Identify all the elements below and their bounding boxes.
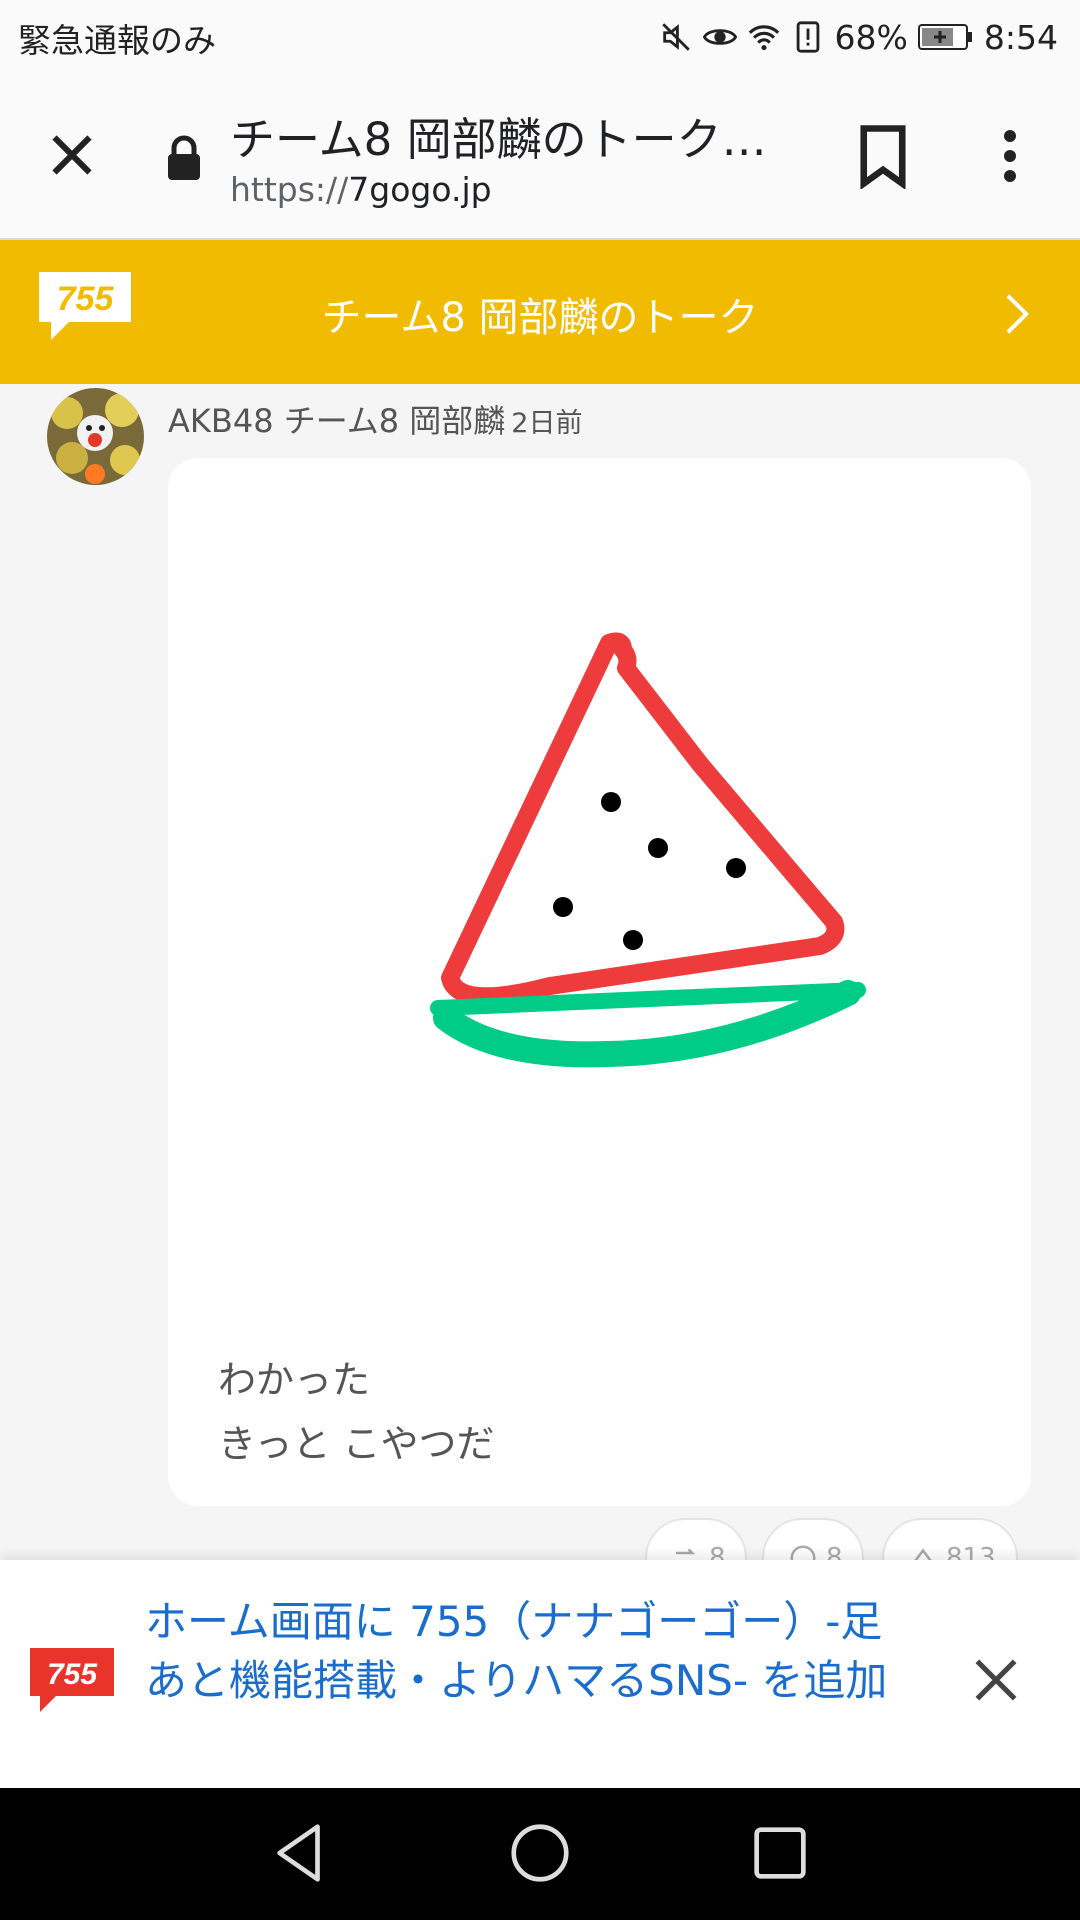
755-app-icon: 755 bbox=[30, 1648, 114, 1712]
status-carrier-text: 緊急通報のみ bbox=[18, 21, 216, 60]
add-to-home-screen-text[interactable]: ホーム画面に 755（ナナゴーゴー）-足あと機能搭載・よりハマるSNS- を追加 bbox=[145, 1592, 905, 1710]
browser-toolbar: チーム8 岡部麟のトーク… https://7gogo.jp bbox=[0, 75, 1080, 240]
lock-icon bbox=[168, 135, 200, 180]
banner-title: チーム8 岡部麟のトーク bbox=[321, 295, 759, 341]
seed bbox=[648, 838, 668, 858]
url-domain: 7gogo.jp bbox=[348, 170, 492, 209]
seed bbox=[553, 897, 573, 917]
clock: 8:54 bbox=[983, 17, 1058, 57]
mute-icon bbox=[661, 23, 690, 51]
home-icon[interactable] bbox=[505, 1818, 575, 1888]
seed bbox=[726, 858, 746, 878]
eye-icon bbox=[702, 29, 737, 45]
status-icons: 68% 8:54 bbox=[659, 12, 1058, 62]
seed bbox=[623, 930, 643, 950]
post-card: わかった きっと こやつだ bbox=[168, 458, 1031, 1506]
battery-icon bbox=[917, 24, 972, 50]
post-text-line: わかった bbox=[218, 1358, 371, 1402]
add-to-home-screen-prompt[interactable]: 755 ホーム画面に 755（ナナゴーゴー）-足あと機能搭載・よりハマるSNS-… bbox=[0, 1560, 1080, 1788]
recents-icon[interactable] bbox=[745, 1818, 815, 1888]
watermelon-rind-red bbox=[441, 632, 845, 1006]
url-scheme: https:// bbox=[230, 170, 349, 209]
back-icon[interactable] bbox=[265, 1818, 335, 1888]
close-icon[interactable] bbox=[968, 1652, 1024, 1708]
bookmark-icon[interactable] bbox=[855, 123, 911, 189]
post-author[interactable]: AKB48 チーム8 岡部麟 2日前 bbox=[168, 396, 582, 442]
more-menu-icon[interactable] bbox=[985, 123, 1035, 189]
close-icon[interactable] bbox=[42, 125, 102, 185]
avatar[interactable] bbox=[47, 388, 144, 485]
alert-icon bbox=[796, 21, 819, 53]
battery-percent: 68% bbox=[834, 17, 908, 57]
chevron-right-icon[interactable] bbox=[1002, 292, 1032, 336]
author-name: AKB48 チーム8 岡部麟 bbox=[168, 402, 506, 440]
app-banner[interactable]: 755 チーム8 岡部麟のトーク bbox=[0, 240, 1080, 384]
status-bar: 緊急通報のみ 68% 8:54 bbox=[0, 0, 1080, 75]
wifi-icon bbox=[748, 25, 779, 51]
watermelon-drawing bbox=[430, 632, 866, 1068]
post-time: 2日前 bbox=[511, 408, 583, 439]
navigation-bar bbox=[0, 1788, 1080, 1920]
page-url[interactable]: https://7gogo.jp bbox=[230, 170, 492, 209]
seed bbox=[601, 792, 621, 812]
post-text: わかった きっと こやつだ bbox=[218, 1348, 495, 1476]
755-app-icon-text: 755 bbox=[47, 1658, 98, 1691]
screen: 緊急通報のみ 68% 8:54 チーム8 岡部麟のトーク… https://7g… bbox=[0, 0, 1080, 1920]
page-title: チーム8 岡部麟のトーク… bbox=[230, 113, 767, 166]
post-text-line: きっと こやつだ bbox=[218, 1422, 495, 1466]
